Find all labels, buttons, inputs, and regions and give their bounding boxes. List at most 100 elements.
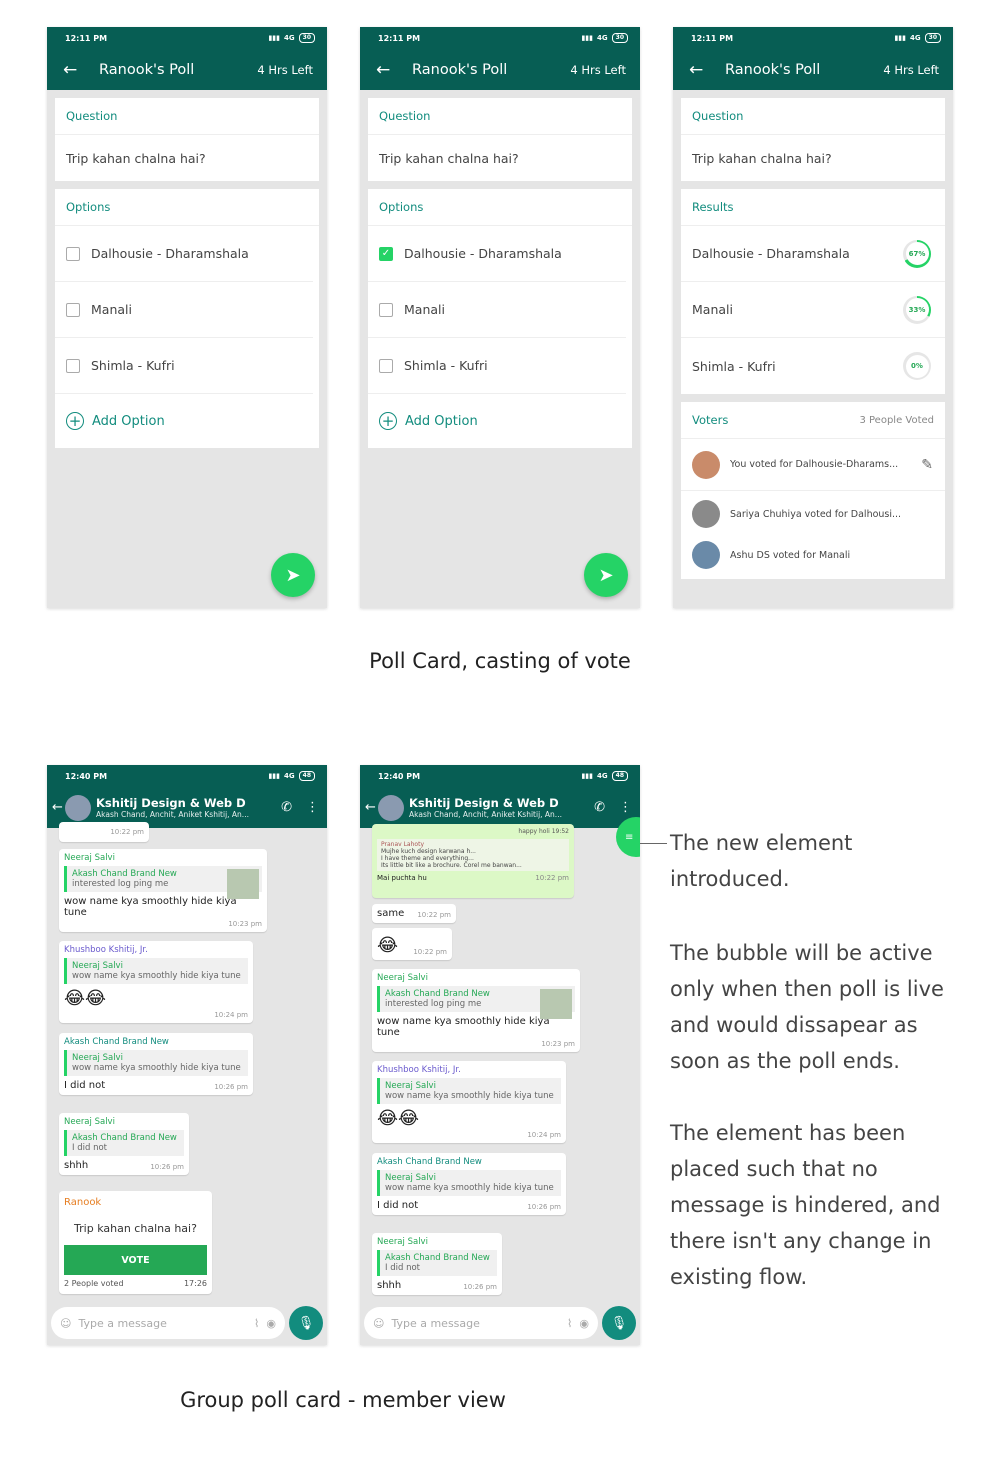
poll-voted-count: 2 People voted — [64, 1279, 124, 1288]
status-bar: 12:40 PM ▮▮▮ 4G 48 — [360, 765, 640, 787]
back-arrow-icon[interactable]: ← — [689, 60, 725, 80]
option-row[interactable]: ✓ Dalhousie - Dharamshala — [368, 226, 626, 282]
add-option-button[interactable]: + Add Option — [55, 394, 319, 448]
checkbox[interactable] — [66, 302, 80, 317]
voters-header: Voters 3 People Voted — [681, 402, 945, 439]
poll-screen-selected: 12:11 PM ▮▮▮ 4G 30 ← Ranook's Poll 4 Hrs L… — [360, 27, 640, 608]
add-call-icon[interactable]: ✆ — [281, 800, 292, 815]
network-label: 4G — [597, 772, 608, 780]
send-button[interactable]: ➤ — [584, 553, 628, 597]
back-arrow-icon[interactable]: ← — [63, 60, 99, 80]
status-bar: 12:11 PM ▮▮▮ 4G 30 — [673, 27, 953, 49]
quoted-message[interactable]: Akash Chand Brand New I did not — [64, 1130, 184, 1156]
poll-screen-unvoted: 12:11 PM ▮▮▮ 4G 30 ← Ranook's Poll 4 Hrs L… — [47, 27, 327, 608]
image-message[interactable]: happy holi 19:52 Pranav Lahoty Mujhe kuc… — [372, 824, 574, 898]
checkbox[interactable] — [379, 358, 393, 373]
back-arrow-icon[interactable]: ← — [376, 60, 412, 80]
group-avatar[interactable] — [65, 794, 91, 821]
emoji-icon[interactable]: ☺ — [373, 1317, 384, 1330]
quote-name: Neeraj Salvi — [385, 1173, 436, 1183]
option-row[interactable]: Shimla - Kufri — [368, 338, 626, 394]
signal-icon: ▮▮▮ — [581, 34, 594, 42]
option-label: Manali — [404, 302, 445, 317]
network-label: 4G — [597, 34, 608, 42]
app-bar: ← Ranook's Poll 4 Hrs Left — [47, 49, 327, 90]
message-input[interactable]: ☺ Type a message ⌇ ◉ — [364, 1307, 598, 1339]
caption-poll-card: Poll Card, casting of vote — [369, 649, 631, 673]
network-label: 4G — [284, 34, 295, 42]
send-button[interactable]: ➤ — [271, 553, 315, 597]
mic-button[interactable]: 🎙 — [602, 1306, 636, 1340]
quoted-message[interactable]: Akash Chand Brand New interested log ping… — [377, 986, 575, 1019]
quoted-message[interactable]: Neeraj Salvi wow name kya smoothly hide k… — [377, 1078, 561, 1104]
checkbox[interactable] — [66, 358, 80, 373]
vote-button[interactable]: VOTE — [64, 1245, 207, 1275]
group-avatar[interactable] — [378, 794, 404, 821]
battery-icon: 48 — [611, 771, 628, 781]
back-arrow-icon[interactable]: ← — [52, 800, 65, 815]
group-info[interactable]: Kshitij Design & Web D Akash Chand, Anch… — [96, 796, 267, 819]
edit-icon[interactable]: ✎ — [921, 457, 933, 473]
camera-icon[interactable]: ◉ — [266, 1317, 276, 1330]
message-bubble: Akash Chand Brand New Neeraj Salvi wow na… — [59, 1033, 253, 1095]
options-card: Options Dalhousie - Dharamshala Manali S… — [55, 189, 319, 448]
question-label: Question — [681, 98, 945, 135]
voters-card: Voters 3 People Voted You voted for Dalho… — [681, 402, 945, 579]
option-label: Dalhousie - Dharamshala — [91, 246, 249, 261]
sender-name: Neeraj Salvi — [377, 1237, 428, 1247]
mic-icon: 🎙 — [297, 1315, 315, 1331]
battery-icon: 30 — [611, 33, 628, 43]
option-row[interactable]: Dalhousie - Dharamshala — [55, 226, 313, 282]
sender-name: Akash Chand Brand New — [64, 1037, 169, 1047]
input-bar: ☺ Type a message ⌇ ◉ 🎙 — [51, 1306, 323, 1340]
message-bubble: Khushboo Kshitij, Jr. Neeraj Salvi wow na… — [372, 1061, 566, 1143]
group-name: Kshitij Design & Web D — [409, 796, 559, 810]
question-card: Question Trip kahan chalna hai? — [55, 98, 319, 181]
quote-name: Neeraj Salvi — [385, 1081, 436, 1091]
emoji: 😂 — [377, 935, 399, 956]
annotation-leader-line — [640, 843, 667, 844]
quote-name: Neeraj Salvi — [72, 961, 123, 971]
voter-row: Ashu DS voted for Manali — [681, 537, 945, 573]
more-options-icon[interactable]: ⋮ — [619, 800, 632, 815]
time-left: 4 Hrs Left — [570, 62, 626, 77]
emoji-icon[interactable]: ☺ — [60, 1317, 71, 1330]
quoted-message[interactable]: Akash Chand Brand New interested log ping… — [64, 866, 262, 899]
mic-button[interactable]: 🎙 — [289, 1306, 323, 1340]
message-input[interactable]: ☺ Type a message ⌇ ◉ — [51, 1307, 285, 1339]
thumbnail — [227, 869, 259, 899]
signal-icon: ▮▮▮ — [268, 772, 281, 780]
back-arrow-icon[interactable]: ← — [365, 800, 378, 815]
add-option-button[interactable]: + Add Option — [368, 394, 632, 448]
attach-icon[interactable]: ⌇ — [254, 1317, 259, 1330]
group-info[interactable]: Kshitij Design & Web D Akash Chand, Anch… — [409, 796, 580, 819]
add-option-label: Add Option — [405, 413, 478, 429]
attach-icon[interactable]: ⌇ — [567, 1317, 572, 1330]
options-card: Options ✓ Dalhousie - Dharamshala Manali … — [368, 189, 632, 448]
checkbox[interactable] — [379, 302, 393, 317]
result-percent: 67% — [905, 242, 929, 265]
quoted-message[interactable]: Neeraj Salvi wow name kya smoothly hide k… — [377, 1170, 561, 1196]
question-label: Question — [55, 98, 319, 135]
more-options-icon[interactable]: ⋮ — [306, 800, 319, 815]
quoted-message[interactable]: Neeraj Salvi wow name kya smoothly hide k… — [64, 958, 248, 984]
checkbox-checked[interactable]: ✓ — [379, 246, 393, 261]
input-placeholder: Type a message — [78, 1316, 167, 1330]
option-row[interactable]: Manali — [368, 282, 626, 338]
quoted-message[interactable]: Akash Chand Brand New I did not — [377, 1250, 497, 1276]
option-row[interactable]: Shimla - Kufri — [55, 338, 313, 394]
option-label: Manali — [91, 302, 132, 317]
quoted-message[interactable]: Neeraj Salvi wow name kya smoothly hide k… — [64, 1050, 248, 1076]
option-row[interactable]: Manali — [55, 282, 313, 338]
image-line: Its little bit like a brochure. Corel me… — [381, 862, 522, 869]
result-row: Manali 33% — [681, 282, 945, 338]
voter-text: Ashu DS voted for Manali — [730, 549, 851, 561]
image-line: I have theme and everything... — [381, 855, 474, 862]
checkbox[interactable] — [66, 246, 80, 261]
voter-text: You voted for Dalhousie-Dharams... — [730, 459, 899, 470]
status-time: 12:40 PM — [378, 771, 421, 781]
camera-icon[interactable]: ◉ — [579, 1317, 589, 1330]
poll-title: Ranook's Poll — [725, 61, 821, 78]
add-call-icon[interactable]: ✆ — [594, 800, 605, 815]
chat-area: happy holi 19:52 Pranav Lahoty Mujhe kuc… — [360, 824, 640, 1345]
